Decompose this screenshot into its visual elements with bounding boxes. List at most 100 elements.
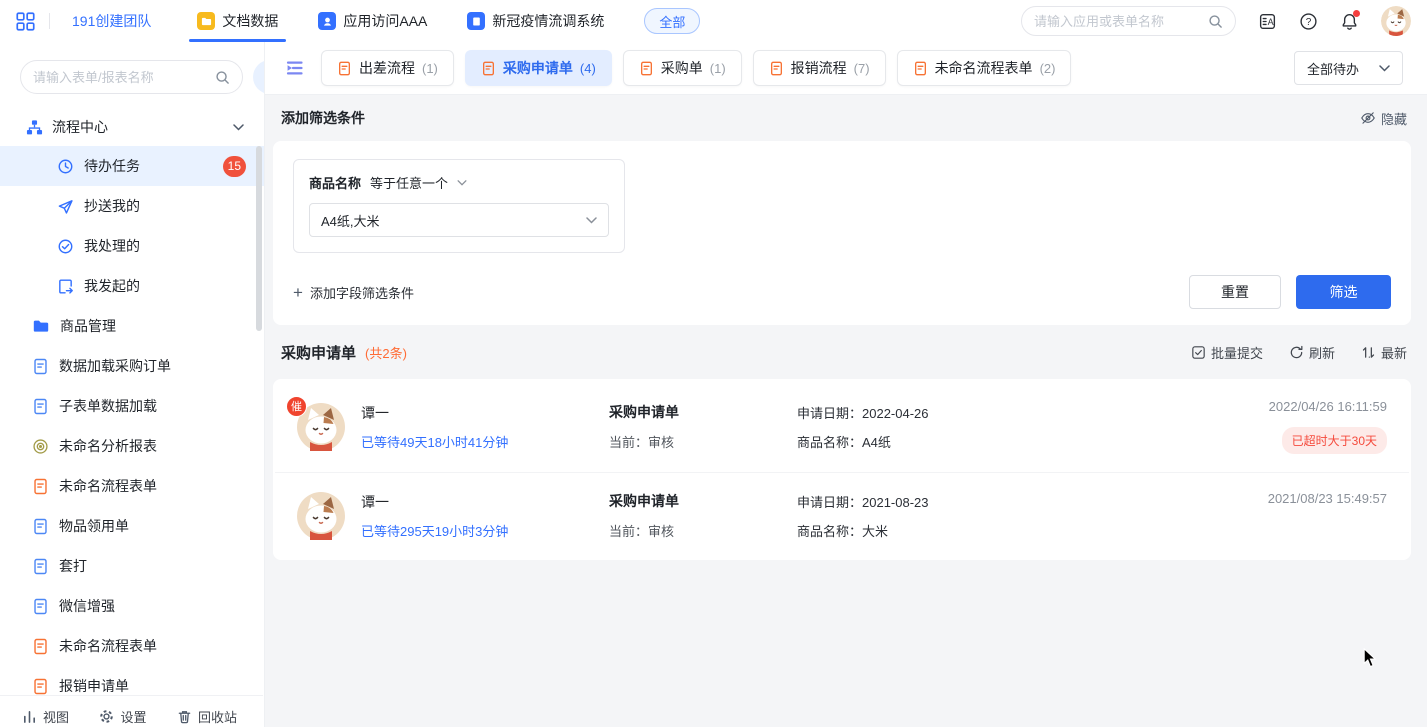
tab-purchase-order[interactable]: 采购单 (1) [623, 50, 742, 86]
product-name: 商品名称：大米 [797, 521, 1175, 540]
todo-count-badge: 15 [223, 156, 246, 177]
form-tabs-row: 出差流程 (1) 采购申请单 (4) 采购单 (1) 报销流程 (7) 未命名流… [265, 42, 1427, 95]
sidebar-item-print-template[interactable]: 套打 [0, 546, 264, 586]
sidebar-item-todo-tasks[interactable]: 待办任务 15 [0, 146, 264, 186]
search-icon [1208, 14, 1223, 29]
tab-count: (7) [854, 61, 870, 76]
checkbox-check-icon [1191, 345, 1206, 360]
doc-orange-icon [337, 61, 352, 76]
sidebar-item-label: 数据加载采购订单 [59, 356, 171, 376]
sidebar-item-product-management[interactable]: 商品管理 [0, 306, 264, 346]
apps-grid-icon[interactable] [16, 12, 35, 31]
sidebar-item-label: 未命名流程表单 [59, 636, 157, 656]
sidebar-item-label: 子表单数据加载 [59, 396, 157, 416]
sidebar-search-input[interactable] [33, 70, 209, 85]
avatar: 催 [297, 403, 345, 451]
sort-label: 最新 [1381, 343, 1407, 362]
settings-button[interactable]: 设置 [99, 707, 146, 726]
current-step: 当前：审核 [609, 521, 797, 540]
sidebar-item-unnamed-flow-form-1[interactable]: 未命名流程表单 [0, 466, 264, 506]
refresh-icon [1289, 345, 1304, 360]
sidebar-item-data-load-purchase-order[interactable]: 数据加载采购订单 [0, 346, 264, 386]
doc-orange-icon [639, 61, 654, 76]
sort-newest-button[interactable]: 最新 [1361, 343, 1407, 362]
svg-text:A: A [1268, 16, 1274, 26]
doc-orange-icon [913, 61, 928, 76]
sidebar-search [20, 60, 243, 94]
tab-count: (2) [1040, 61, 1056, 76]
sidebar-group-process-center[interactable]: 流程中心 [0, 108, 264, 146]
chevron-down-icon [457, 180, 467, 186]
global-search [1021, 6, 1236, 36]
doc-blue-icon [32, 518, 49, 535]
condition-value-select[interactable]: A4纸,大米 [309, 203, 609, 237]
app-access-icon [318, 12, 336, 30]
sidebar-item-initiated-by-me[interactable]: 我发起的 [0, 266, 264, 306]
batch-submit-button[interactable]: 批量提交 [1191, 343, 1263, 362]
user-avatar[interactable] [1381, 6, 1411, 36]
tab-business-trip-flow[interactable]: 出差流程 (1) [321, 50, 454, 86]
refresh-button[interactable]: 刷新 [1289, 343, 1335, 362]
task-row[interactable]: 催 谭一 已等待49天18小时41分钟 采购申请单 当前：审核 申请日期：202… [273, 381, 1411, 472]
condition-operator: 等于任意一个 [370, 173, 448, 192]
recycle-bin-label: 回收站 [198, 707, 237, 726]
add-field-condition-button[interactable]: + 添加字段筛选条件 [293, 283, 414, 302]
current-step: 当前：审核 [609, 432, 797, 451]
app-tab-covid-system[interactable]: 新冠疫情流调系统 [467, 0, 604, 42]
views-label: 视图 [43, 707, 69, 726]
doc-send-icon [57, 278, 74, 295]
all-apps-pill[interactable]: 全部 [644, 8, 700, 34]
views-button[interactable]: 视图 [22, 707, 69, 726]
sidebar-item-wechat-enhance[interactable]: 微信增强 [0, 586, 264, 626]
hide-filters-button[interactable]: 隐藏 [1360, 109, 1407, 128]
sidebar-scrollbar[interactable] [256, 146, 262, 331]
flow-center-icon [26, 119, 43, 136]
tab-unnamed-flow-form[interactable]: 未命名流程表单 (2) [897, 50, 1072, 86]
bell-icon[interactable] [1340, 12, 1359, 31]
chevron-down-icon [586, 217, 597, 224]
tab-purchase-request[interactable]: 采购申请单 (4) [465, 50, 612, 86]
tab-reimbursement-flow[interactable]: 报销流程 (7) [753, 50, 886, 86]
doc-orange-icon [32, 478, 49, 495]
sidebar-item-unnamed-analysis-report[interactable]: 未命名分析报表 [0, 426, 264, 466]
app-tab-label: 文档数据 [222, 11, 278, 31]
scope-select[interactable]: 全部待办 [1294, 51, 1403, 85]
doc-orange-icon [769, 61, 784, 76]
apply-date: 申请日期：2022-04-26 [797, 403, 1175, 422]
task-row[interactable]: 谭一 已等待295天19小时3分钟 采购申请单 当前：审核 申请日期：2021-… [273, 473, 1411, 558]
team-name-link[interactable]: 191创建团队 [72, 11, 151, 31]
waiting-time-link[interactable]: 已等待295天19小时3分钟 [361, 521, 609, 540]
sidebar-item-handled-by-me[interactable]: 我处理的 [0, 226, 264, 266]
global-search-input[interactable] [1034, 14, 1202, 29]
reset-button[interactable]: 重置 [1189, 275, 1281, 309]
tab-count: (4) [580, 61, 596, 76]
overdue-badge: 已超时大于30天 [1282, 427, 1387, 454]
settings-label: 设置 [120, 707, 146, 726]
chevron-down-icon [1379, 65, 1390, 72]
app-tab-doc-data[interactable]: 文档数据 [197, 0, 278, 42]
recycle-bin-button[interactable]: 回收站 [177, 707, 237, 726]
add-condition-label: 添加字段筛选条件 [310, 283, 414, 302]
sort-icon [1361, 345, 1376, 360]
search-icon [215, 70, 230, 85]
language-icon[interactable]: A [1258, 12, 1277, 31]
help-icon[interactable]: ? [1299, 12, 1318, 31]
app-tab-app-access[interactable]: 应用访问AAA [318, 0, 427, 42]
eye-off-icon [1360, 110, 1376, 126]
doc-blue-icon [32, 598, 49, 615]
sidebar-item-subform-data-load[interactable]: 子表单数据加载 [0, 386, 264, 426]
add-button[interactable]: + [253, 60, 265, 94]
filter-list-icon[interactable] [285, 58, 305, 78]
app-tab-label: 应用访问AAA [343, 11, 427, 31]
condition-field-operator[interactable]: 商品名称 等于任意一个 [309, 173, 609, 192]
sidebar-item-unnamed-flow-form-2[interactable]: 未命名流程表单 [0, 626, 264, 666]
doc-orange-icon [32, 638, 49, 655]
sidebar-item-cc-to-me[interactable]: 抄送我的 [0, 186, 264, 226]
waiting-time-link[interactable]: 已等待49天18小时41分钟 [361, 432, 609, 451]
filter-title: 添加筛选条件 [281, 108, 365, 128]
sidebar-item-item-requisition[interactable]: 物品领用单 [0, 506, 264, 546]
apply-filter-button[interactable]: 筛选 [1296, 275, 1391, 309]
sidebar-item-label: 待办任务 [84, 156, 140, 176]
tab-count: (1) [710, 61, 726, 76]
doc-data-app-icon [197, 12, 215, 30]
